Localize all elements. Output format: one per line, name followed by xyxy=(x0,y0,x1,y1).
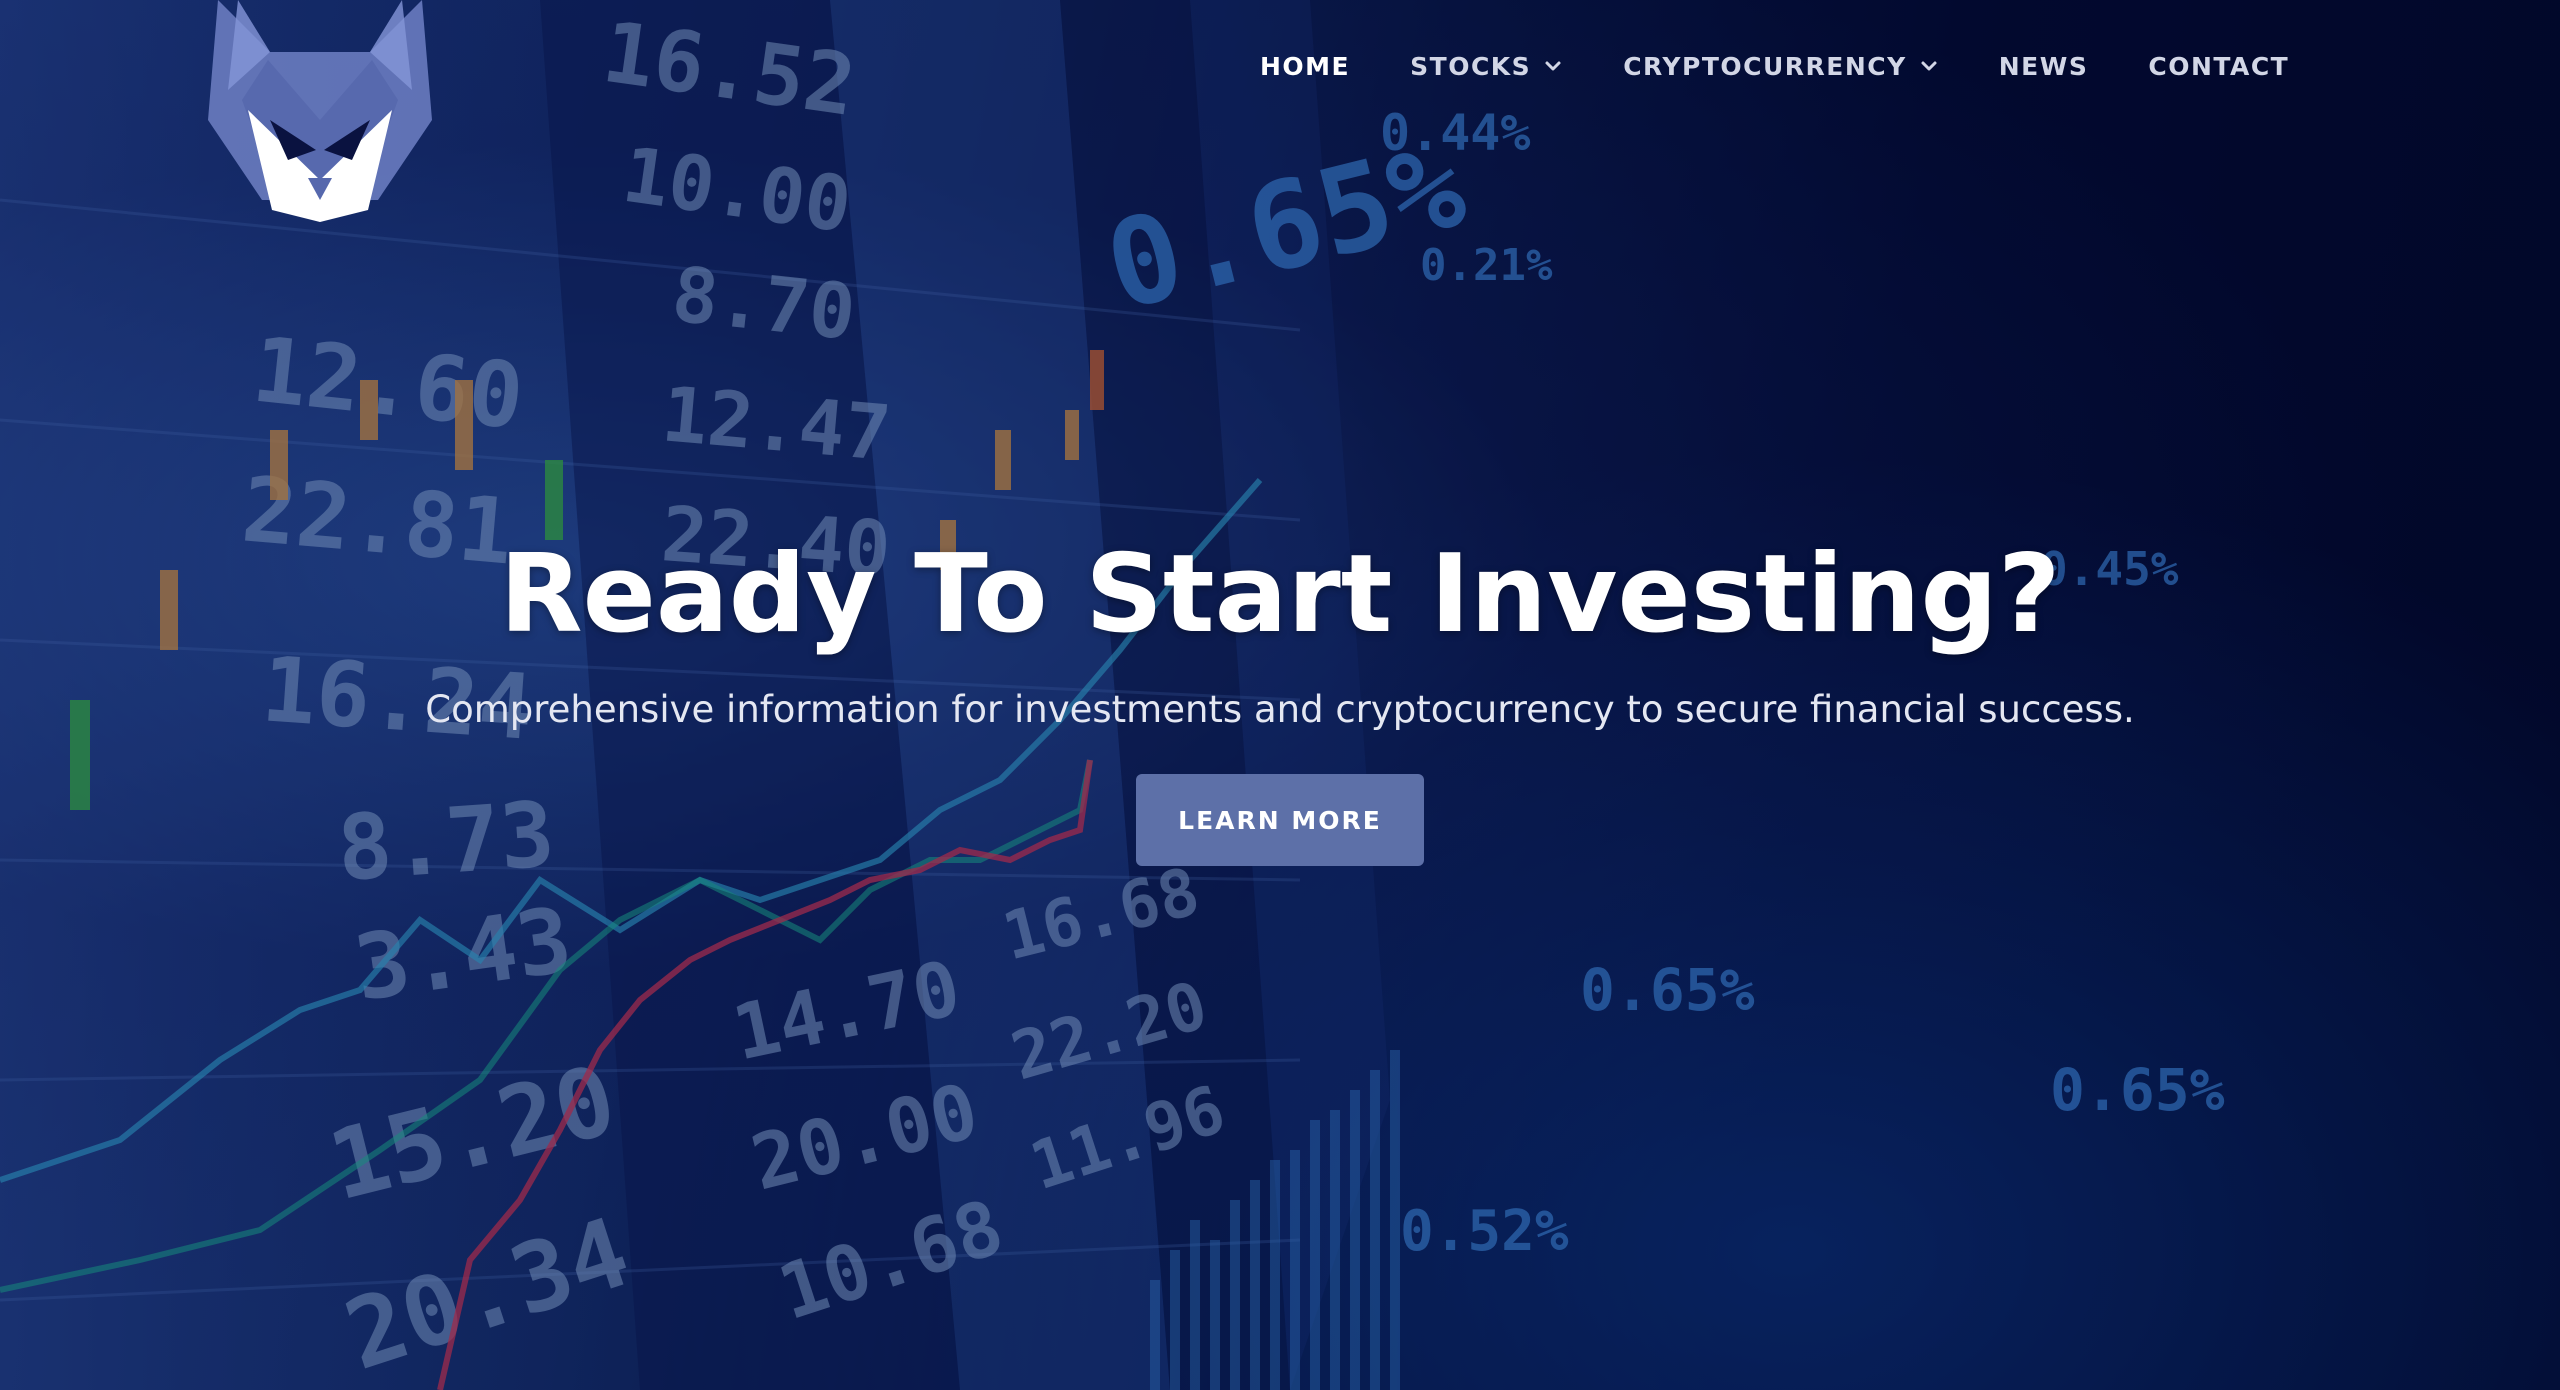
nav-item-cryptocurrency[interactable]: CRYPTOCURRENCY xyxy=(1623,52,1939,81)
chevron-down-icon xyxy=(1545,61,1561,71)
nav-label: HOME xyxy=(1260,51,1351,81)
hero-title: Ready To Start Investing? xyxy=(499,532,2061,657)
nav-item-contact[interactable]: CONTACT xyxy=(2148,52,2289,81)
site-logo[interactable] xyxy=(208,0,432,224)
nav-label: NEWS xyxy=(1998,51,2089,81)
hero-subtitle: Comprehensive information for investment… xyxy=(425,688,2135,731)
chevron-down-icon xyxy=(1921,61,1937,71)
nav-item-news[interactable]: NEWS xyxy=(1999,52,2089,81)
learn-more-button[interactable]: LEARN MORE xyxy=(1136,774,1424,866)
fox-head-icon xyxy=(208,0,432,222)
nav-label: CRYPTOCURRENCY xyxy=(1623,51,1907,81)
hero-section: 16.52 10.00 8.70 12.47 22.40 12.60 22.81… xyxy=(0,0,2560,1390)
nav-label: CONTACT xyxy=(2148,51,2290,81)
nav-item-stocks[interactable]: STOCKS xyxy=(1410,52,1563,81)
main-nav: HOME STOCKS CRYPTOCURRENCY NEWS CONTACT xyxy=(1260,46,2289,86)
nav-item-home[interactable]: HOME xyxy=(1260,52,1350,81)
nav-label: STOCKS xyxy=(1410,51,1532,81)
